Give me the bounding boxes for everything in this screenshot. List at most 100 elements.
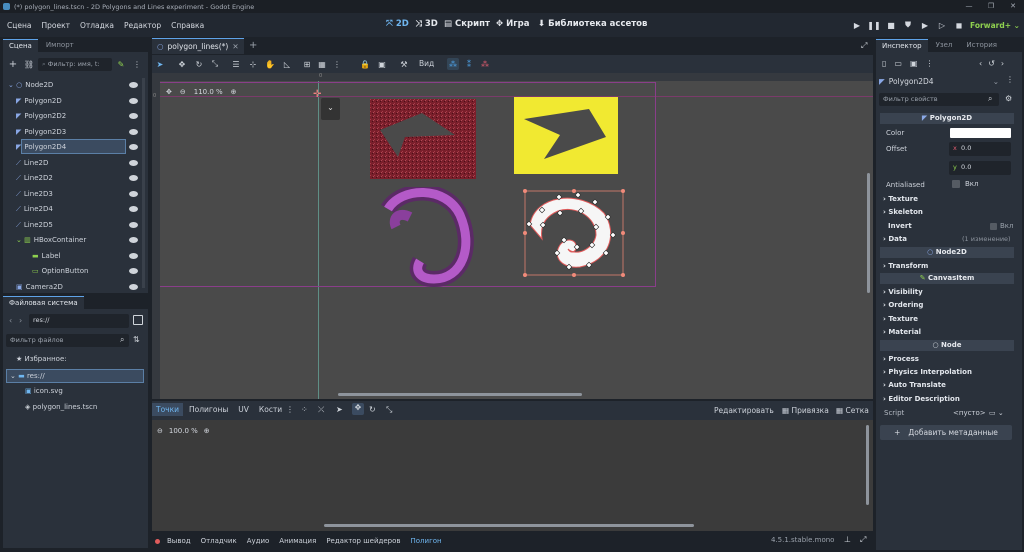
scale-tool-icon[interactable]: ⤡	[209, 58, 221, 70]
select-tool-icon[interactable]: ➤	[154, 58, 166, 70]
zoom-level[interactable]: 110.0 %	[194, 88, 223, 96]
scene-node-polygon2d4[interactable]: ◤ Polygon2D4	[16, 140, 66, 154]
visibility-eye-icon[interactable]	[129, 175, 138, 181]
scene-tree-scrollbar[interactable]	[142, 78, 145, 288]
pe-zoom-level[interactable]: 100.0 %	[169, 427, 198, 435]
pe-select-icon[interactable]: ➤	[336, 405, 343, 414]
res-folder-row[interactable]: ⌄ ▬ res://	[10, 372, 45, 380]
offset-y-field[interactable]: y 0.0	[949, 161, 1011, 175]
scene-node-line2d[interactable]: ⟋ Line2D	[16, 156, 48, 170]
load-resource-icon[interactable]: ▭	[894, 59, 902, 68]
smart-snap-icon[interactable]: ⊞	[301, 58, 313, 70]
tab-import[interactable]: Импорт	[40, 39, 80, 52]
grid-snap-icon[interactable]: ▦	[316, 58, 328, 70]
tab-points[interactable]: Точки	[152, 403, 184, 416]
rotate-tool-icon[interactable]: ↻	[193, 58, 205, 70]
scene-node-line2d4[interactable]: ⟋ Line2D4	[16, 202, 53, 216]
group-texture[interactable]: › Texture	[883, 195, 918, 203]
object-menu-icon[interactable]: ⋮	[1006, 75, 1014, 84]
tab-animation[interactable]: Анимация	[276, 537, 319, 545]
tab-polygon[interactable]: Полигон	[408, 537, 445, 545]
pan-tool-icon[interactable]: ✋	[264, 58, 276, 70]
file-filter-input[interactable]: Фильтр файлов	[6, 334, 129, 347]
group-data[interactable]: › Data	[883, 235, 907, 243]
remote-debug-icon[interactable]: ⛊	[901, 18, 915, 32]
menu-editor[interactable]: Редактор	[119, 21, 166, 30]
antialiased-checkbox[interactable]: Вкл	[952, 180, 979, 188]
resource-menu-icon[interactable]: ⋮	[926, 59, 934, 68]
menu-project[interactable]: Проект	[36, 21, 75, 30]
section-polygon2d[interactable]: ◤ Polygon2D	[880, 113, 1014, 124]
scene-node-camera2d[interactable]: ▣ Camera2D	[16, 280, 63, 294]
sort-icon[interactable]: ⇅	[133, 335, 140, 344]
scene-menu-icon[interactable]: ⋮	[132, 58, 142, 70]
script-load-icon[interactable]: ▭ ⌄	[989, 409, 1004, 417]
polygon-editor-canvas[interactable]	[152, 420, 873, 531]
bone-icon[interactable]: ⚒	[398, 58, 410, 70]
create-points-icon[interactable]: ⁂	[447, 58, 459, 70]
snap-options-icon[interactable]: ⋮	[331, 58, 343, 70]
pe-rotate-icon[interactable]: ↻	[369, 405, 376, 414]
scene-node-polygon2d[interactable]: ◤ Polygon2D	[16, 94, 62, 108]
file-polygon-lines[interactable]: ◈ polygon_lines.tscn	[25, 403, 97, 411]
scene-node-line2d3[interactable]: ⟋ Line2D3	[16, 187, 53, 201]
pin-icon[interactable]: ⊥	[844, 535, 851, 544]
version-label[interactable]: 4.5.1.stable.mono	[771, 536, 834, 544]
tab-inspector[interactable]: Инспектор	[876, 39, 928, 52]
zoom-out-icon[interactable]: ⊖	[180, 88, 186, 96]
play-icon[interactable]: ▶	[850, 18, 864, 32]
add-tab-icon[interactable]: +	[249, 40, 257, 51]
main-game-button[interactable]: ✥ Игра	[496, 19, 530, 29]
create-polygon-icon[interactable]: ⁘	[301, 405, 308, 414]
forward-icon[interactable]: ›	[19, 316, 22, 325]
stop-icon[interactable]: ■	[884, 18, 898, 32]
group-visibility[interactable]: › Visibility	[883, 288, 923, 296]
group-transform[interactable]: › Transform	[883, 262, 928, 270]
visibility-eye-icon[interactable]	[129, 97, 138, 104]
expand-panel-icon[interactable]: ⤢	[860, 535, 866, 545]
menu-scene[interactable]: Сцена	[2, 21, 36, 30]
main-2d-button[interactable]: ⤧ 2D	[386, 19, 409, 29]
prev-object-icon[interactable]: ‹	[979, 59, 982, 68]
menu-help[interactable]: Справка	[166, 21, 209, 30]
tab-uv[interactable]: UV	[234, 403, 253, 416]
tab-node[interactable]: Узел	[930, 39, 959, 52]
visibility-eye-icon[interactable]	[129, 113, 138, 119]
group-canvas-texture[interactable]: › Texture	[883, 315, 918, 323]
scene-tab[interactable]: ○ polygon_lines(*) ✕	[152, 38, 244, 54]
object-selector[interactable]: ◤ Polygon2D4 ⌄	[879, 74, 999, 88]
close-tab-icon[interactable]: ✕	[232, 42, 238, 51]
viewport-hscrollbar[interactable]	[338, 393, 582, 396]
tab-scene[interactable]: Сцена	[3, 39, 38, 52]
new-resource-icon[interactable]: ▯	[882, 59, 886, 68]
scene-node-polygon2d3[interactable]: ◤ Polygon2D3	[16, 125, 66, 139]
main-3d-button[interactable]: ⤨ 3D	[415, 19, 438, 29]
section-node[interactable]: ○ Node	[880, 340, 1014, 351]
group-process[interactable]: › Process	[883, 355, 919, 363]
lock-icon[interactable]: 🔒	[359, 58, 371, 70]
list-select-icon[interactable]: ☰	[230, 58, 242, 70]
tab-bones[interactable]: Кости	[255, 403, 286, 416]
pe-vscrollbar[interactable]	[866, 425, 869, 505]
viewport-dropdown-button[interactable]: ⌄	[321, 98, 340, 120]
group-material[interactable]: › Material	[883, 328, 921, 336]
scene-node-node2d[interactable]: ⌄ ○ Node2D	[8, 78, 53, 92]
tab-output[interactable]: Вывод	[164, 537, 194, 545]
add-node-icon[interactable]: +	[8, 58, 18, 70]
section-canvasitem[interactable]: ✎ CanvasItem	[880, 273, 1014, 284]
visibility-eye-icon[interactable]	[129, 237, 138, 243]
visibility-eye-icon[interactable]	[129, 252, 138, 259]
back-icon[interactable]: ‹	[9, 316, 12, 325]
visibility-eye-icon[interactable]	[129, 190, 138, 197]
settings-icon[interactable]: ⚙	[1005, 94, 1012, 103]
script-attach-icon[interactable]: ✎	[116, 58, 126, 70]
scene-node-polygon2d2[interactable]: ◤ Polygon2D2	[16, 109, 66, 123]
group-physics-interpolation[interactable]: › Physics Interpolation	[883, 368, 972, 376]
visibility-eye-icon[interactable]	[129, 221, 138, 228]
main-assetlib-button[interactable]: ⬇ Библиотека ассетов	[538, 19, 647, 29]
move-tool-icon[interactable]: ✥	[176, 58, 188, 70]
tab-history[interactable]: История	[960, 39, 1003, 52]
group-icon[interactable]: ▣	[376, 58, 388, 70]
scene-node-optionbutton[interactable]: ▭ OptionButton	[32, 264, 88, 278]
next-object-icon[interactable]: ›	[1001, 59, 1004, 68]
